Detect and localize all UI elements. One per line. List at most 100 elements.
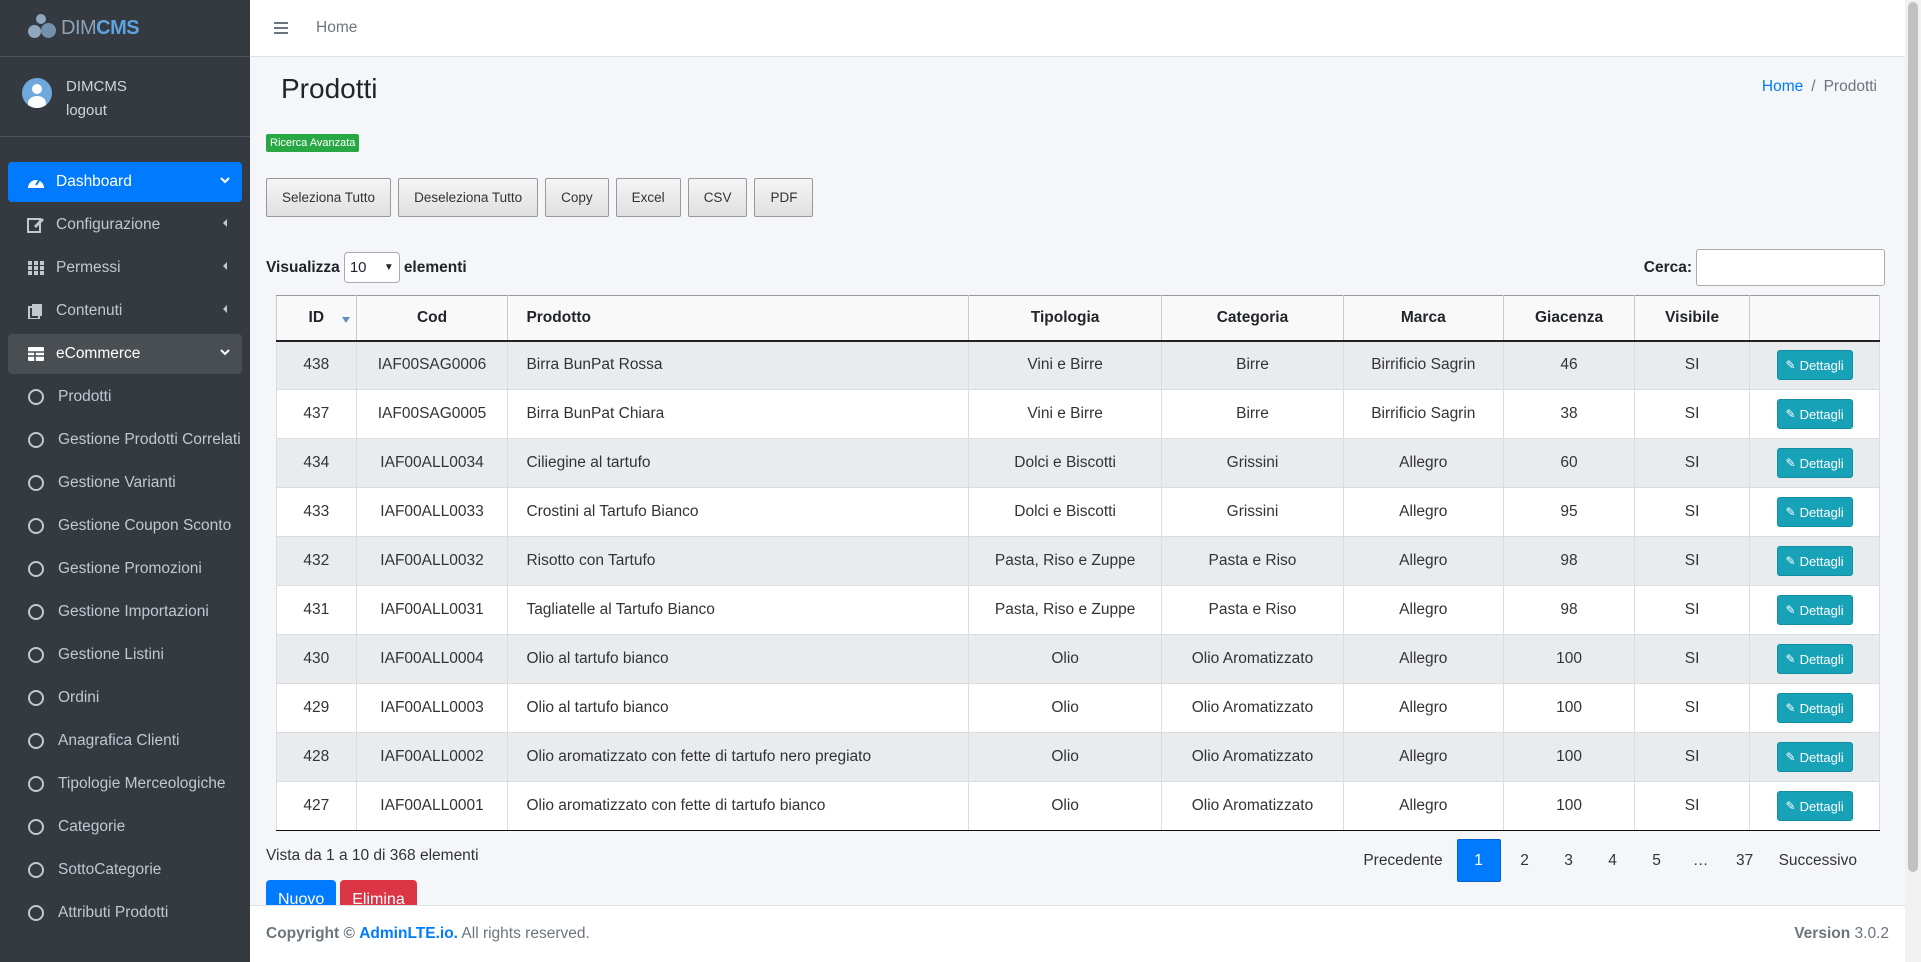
column-header[interactable]: Cod — [355, 295, 509, 342]
table-cell: Olio — [967, 634, 1163, 684]
table-cell: Pasta, Riso e Zuppe — [967, 536, 1163, 586]
page-button[interactable]: 2 — [1503, 839, 1547, 882]
pdf-button[interactable]: PDF — [754, 178, 814, 217]
menu-toggle-icon[interactable] — [274, 22, 288, 34]
table-row[interactable]: 432 IAF00ALL0032 Risotto con Tartufo Pasta,… — [276, 536, 1880, 586]
details-button[interactable]: ✎ Dettagli — [1776, 791, 1853, 821]
chevron-down-icon: ▼ — [383, 262, 394, 273]
breadcrumb-home[interactable]: Home — [1762, 78, 1803, 95]
copy-button[interactable]: Copy — [545, 178, 609, 217]
breadcrumb-separator: / — [1811, 78, 1816, 95]
sidebar-subitem[interactable]: Gestione Importazioni — [8, 592, 242, 632]
details-button[interactable]: ✎ Dettagli — [1776, 448, 1853, 478]
sidebar-subitem[interactable]: Tipologie Merceologiche — [8, 764, 242, 804]
details-button[interactable]: ✎ Dettagli — [1776, 595, 1853, 625]
top-home-link[interactable]: Home — [316, 19, 357, 37]
brand-link[interactable]: DIMCMS — [0, 0, 250, 57]
table-cell: SI — [1634, 487, 1751, 537]
sidebar-subitem[interactable]: Prodotti — [8, 377, 242, 417]
csv-button[interactable]: CSV — [687, 178, 748, 217]
deselect-all-button[interactable]: Deseleziona Tutto — [398, 178, 539, 217]
column-header[interactable]: Prodotto — [507, 295, 969, 342]
column-header[interactable]: Marca — [1342, 295, 1505, 342]
table-row[interactable]: 429 IAF00ALL0003 Olio al tartufo bianco Oli… — [276, 683, 1880, 733]
table-row[interactable]: 431 IAF00ALL0031 Tagliatelle al Tartufo Bi… — [276, 585, 1880, 635]
page-button[interactable]: 37 — [1723, 839, 1767, 882]
excel-button[interactable]: Excel — [615, 178, 681, 217]
column-header[interactable]: Categoria — [1161, 295, 1344, 342]
table-cell: Grissini — [1161, 438, 1344, 488]
sidebar-item-label: Permessi — [56, 259, 121, 276]
table-cell: Ciliegine al tartufo — [507, 438, 969, 488]
pencil-icon: ✎ — [1785, 701, 1796, 715]
sidebar-subitem[interactable]: Categorie — [8, 807, 242, 847]
table-cell: Olio Aromatizzato — [1161, 634, 1344, 684]
table-cell: SI — [1634, 585, 1751, 635]
column-header[interactable]: Giacenza — [1503, 295, 1636, 342]
footer-link[interactable]: AdminLTE.io. — [359, 925, 458, 942]
details-button[interactable]: ✎ Dettagli — [1776, 497, 1853, 527]
advanced-search-button[interactable]: Ricerca Avanzata — [266, 134, 360, 152]
sidebar-item-dashboard[interactable]: Dashboard — [8, 162, 242, 202]
circle-icon — [28, 862, 44, 878]
details-button[interactable]: ✎ Dettagli — [1776, 742, 1853, 772]
table-row[interactable]: 427 IAF00ALL0001 Olio aromatizzato con fet… — [276, 781, 1880, 831]
vertical-scrollbar[interactable] — [1905, 0, 1921, 962]
sidebar-subitem[interactable]: Attributi Prodotti — [8, 893, 242, 933]
next-page-button[interactable]: Successivo — [1767, 839, 1869, 882]
column-header[interactable]: Tipologia — [967, 295, 1163, 342]
circle-icon — [28, 819, 44, 835]
table-cell: IAF00SAG0005 — [355, 389, 509, 439]
page-button[interactable]: 5 — [1635, 839, 1679, 882]
sidebar-item-permessi[interactable]: Permessi — [8, 248, 242, 288]
user-name[interactable]: DIMCMS — [66, 75, 127, 99]
table-row[interactable]: 438 IAF00SAG0006 Birra BunPat Rossa Vini e … — [276, 340, 1880, 390]
column-header[interactable]: Visibile — [1634, 295, 1751, 342]
sidebar-subitem[interactable]: Anagrafica Clienti — [8, 721, 242, 761]
sidebar-subitem-label: Gestione Prodotti Correlati — [58, 431, 241, 448]
details-button[interactable]: ✎ Dettagli — [1776, 693, 1853, 723]
table-row[interactable]: 428 IAF00ALL0002 Olio aromatizzato con fet… — [276, 732, 1880, 782]
export-buttons: Seleziona Tutto Deseleziona Tutto Copy E… — [266, 178, 814, 217]
table-cell: Olio al tartufo bianco — [507, 683, 969, 733]
details-button[interactable]: ✎ Dettagli — [1776, 644, 1853, 674]
table-row[interactable]: 433 IAF00ALL0033 Crostini al Tartufo Bianc… — [276, 487, 1880, 537]
page-button[interactable]: 1 — [1456, 839, 1501, 882]
select-all-button[interactable]: Seleziona Tutto — [266, 178, 392, 217]
sidebar-subitem[interactable]: Gestione Varianti — [8, 463, 242, 503]
sidebar-item-configurazione[interactable]: Configurazione — [8, 205, 242, 245]
details-button[interactable]: ✎ Dettagli — [1776, 546, 1853, 576]
page-button[interactable]: 3 — [1547, 839, 1591, 882]
chevron-left-icon — [220, 260, 230, 274]
table-row[interactable]: 430 IAF00ALL0004 Olio al tartufo bianco Oli… — [276, 634, 1880, 684]
page-button[interactable]: 4 — [1591, 839, 1635, 882]
details-button[interactable]: ✎ Dettagli — [1776, 350, 1853, 381]
sidebar-item-ecommerce[interactable]: eCommerce — [8, 334, 242, 374]
sidebar-subitem[interactable]: Ordini — [8, 678, 242, 718]
table-row[interactable]: 434 IAF00ALL0034 Ciliegine al tartufo Dolci… — [276, 438, 1880, 488]
page-button[interactable]: … — [1679, 839, 1723, 882]
brand-logo-icon — [27, 13, 57, 43]
table-cell: 38 — [1503, 389, 1636, 439]
column-header[interactable] — [1749, 295, 1880, 342]
circle-icon — [28, 604, 44, 620]
details-button[interactable]: ✎ Dettagli — [1776, 399, 1853, 429]
sidebar-subitem[interactable]: Gestione Prodotti Correlati — [8, 420, 242, 460]
column-header[interactable]: ID — [276, 295, 357, 342]
sidebar-subitem[interactable]: SottoCategorie — [8, 850, 242, 890]
page-length-select[interactable]: 10 ▼ — [343, 252, 400, 283]
page-length-control: Visualizza 10 ▼ elementi — [266, 252, 467, 283]
sidebar-subitem[interactable]: Gestione Coupon Sconto — [8, 506, 242, 546]
scrollbar-thumb[interactable] — [1908, 2, 1918, 872]
table-row[interactable]: 437 IAF00SAG0005 Birra BunPat Chiara Vini e… — [276, 389, 1880, 439]
logout-link[interactable]: logout — [66, 99, 127, 123]
table-cell: IAF00ALL0032 — [355, 536, 509, 586]
sidebar-subitem[interactable]: Gestione Promozioni — [8, 549, 242, 589]
sidebar-item-contenuti[interactable]: Contenuti — [8, 291, 242, 331]
details-label: Dettagli — [1799, 749, 1844, 765]
table-cell: Crostini al Tartufo Bianco — [507, 487, 969, 537]
search-input[interactable] — [1696, 249, 1885, 286]
sidebar-subitem[interactable]: Gestione Listini — [8, 635, 242, 675]
pencil-icon: ✎ — [1785, 456, 1796, 470]
prev-page-button[interactable]: Precedente — [1351, 839, 1454, 882]
